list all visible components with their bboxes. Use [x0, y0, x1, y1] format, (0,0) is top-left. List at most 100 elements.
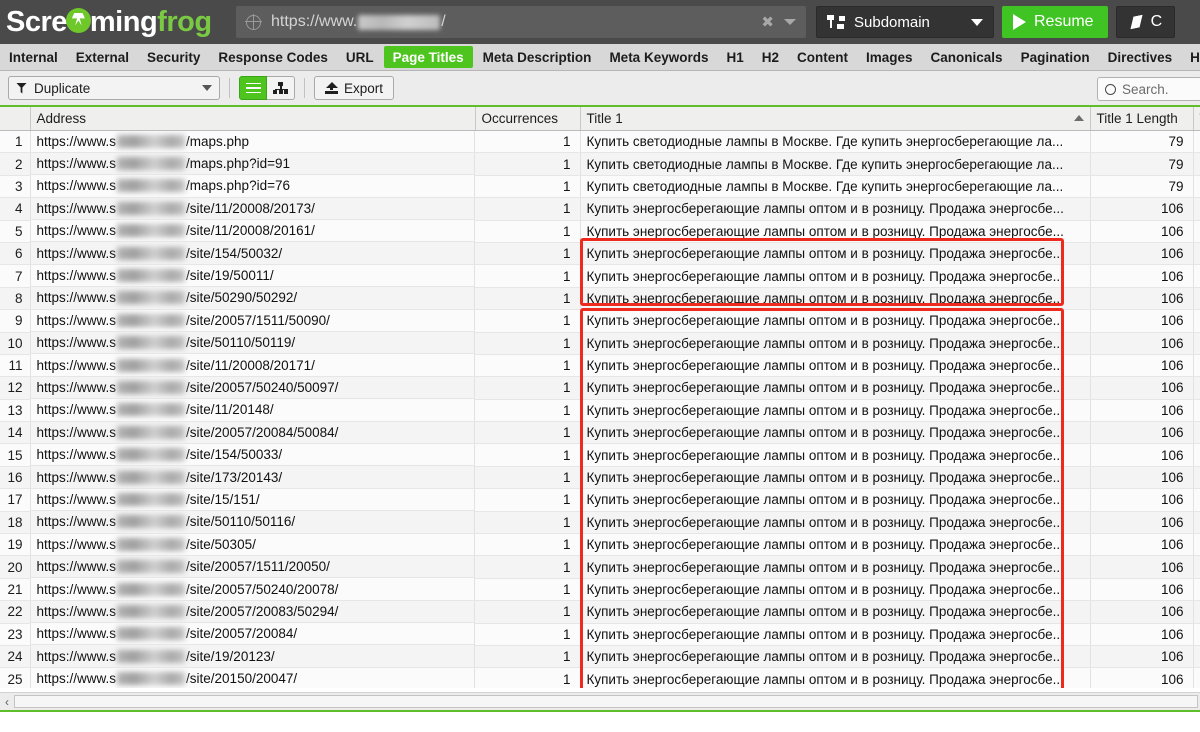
cell-title-1[interactable]: Купить энергосберегающие лампы оптом и в… [580, 220, 1091, 243]
cell-title-1[interactable]: Купить энергосберегающие лампы оптом и в… [580, 511, 1091, 535]
cell-title-1[interactable]: Купить энергосберегающие лампы оптом и в… [580, 309, 1091, 333]
table-row[interactable]: 7 https://www.s/site/19/50011/1 Купить эне… [0, 264, 1200, 288]
cell-title-1[interactable]: Купить энергосберегающие лампы оптом и в… [580, 376, 1091, 400]
url-input[interactable]: https://www. / ✖ [236, 6, 806, 38]
cell-address[interactable]: https://www.s/site/19/20123/ [30, 645, 475, 668]
tab-images[interactable]: Images [857, 44, 922, 70]
cell-address[interactable]: https://www.s/site/20057/20084/50084/ [30, 421, 475, 444]
tab-security[interactable]: Security [138, 44, 209, 70]
cell-title-1[interactable]: Купить энергосберегающие лампы оптом и в… [580, 578, 1091, 602]
tab-canonicals[interactable]: Canonicals [922, 44, 1012, 70]
cell-address[interactable]: https://www.s/site/50305/ [30, 533, 475, 556]
table-row[interactable]: 20 https://www.s/site/20057/1511/20050/1 К… [0, 555, 1200, 579]
cell-address[interactable]: https://www.s/maps.php?id=91 [30, 152, 475, 176]
column-header-title-1-length[interactable]: Title 1 Length [1090, 107, 1194, 131]
cell-title-1[interactable]: Купить энергосберегающие лампы оптом и в… [580, 399, 1091, 423]
cell-title-1[interactable]: Купить энергосберегающие лампы оптом и в… [580, 264, 1091, 288]
cell-address[interactable]: https://www.s/site/20057/20084/ [30, 623, 475, 646]
cell-title-1[interactable]: Купить энергосберегающие лампы оптом и в… [580, 197, 1091, 221]
cell-address[interactable]: https://www.s/site/20057/1511/50090/ [30, 309, 475, 333]
cell-title-1[interactable]: Купить светодиодные лампы в Москве. Где … [580, 175, 1091, 199]
cell-title-1[interactable]: Купить энергосберегающие лампы оптом и в… [580, 421, 1091, 445]
cell-title-1[interactable]: Купить энергосберегающие лампы оптом и в… [580, 488, 1091, 512]
column-header-address[interactable]: Address [30, 107, 476, 131]
table-row[interactable]: 9 https://www.s/site/20057/1511/50090/1 Ку… [0, 309, 1200, 333]
cell-address[interactable]: https://www.s/site/11/20008/20171/ [30, 354, 475, 377]
scroll-track[interactable] [14, 695, 1198, 708]
column-header-title-1[interactable]: Title 1 [580, 107, 1091, 131]
column-header-title-2[interactable]: Titl [1193, 107, 1200, 131]
cell-title-1[interactable]: Купить энергосберегающие лампы оптом и в… [580, 287, 1091, 311]
table-row[interactable]: 10 https://www.s/site/50110/50119/1 Купить… [0, 332, 1200, 355]
tab-meta-keywords[interactable]: Meta Keywords [600, 44, 717, 70]
tab-pagination[interactable]: Pagination [1012, 44, 1099, 70]
table-row[interactable]: 12 https://www.s/site/20057/50240/50097/1… [0, 376, 1200, 400]
cell-address[interactable]: https://www.s/site/154/50033/ [30, 443, 475, 467]
table-row[interactable]: 3 https://www.s/maps.php?id=76 1 Купить све… [0, 175, 1200, 199]
cell-title-1[interactable]: Купить энергосберегающие лампы оптом и в… [580, 623, 1091, 646]
tab-url[interactable]: URL [337, 44, 383, 70]
tab-directives[interactable]: Directives [1099, 44, 1182, 70]
table-row[interactable]: 8 https://www.s/site/50290/50292/1 Купить … [0, 287, 1200, 311]
tab-hreflang[interactable]: Hreflang [1181, 44, 1200, 70]
cell-address[interactable]: https://www.s/site/20057/1511/20050/ [30, 555, 475, 579]
export-button[interactable]: Export [314, 76, 395, 100]
cell-address[interactable]: https://www.s/site/11/20148/ [30, 399, 475, 422]
cell-address[interactable]: https://www.s/maps.php [30, 130, 475, 153]
cell-title-1[interactable]: Купить энергосберегающие лампы оптом и в… [580, 600, 1091, 624]
table-row[interactable]: 22 https://www.s/site/20057/20083/50294/1… [0, 600, 1200, 624]
cell-address[interactable]: https://www.s/site/50290/50292/ [30, 287, 475, 310]
table-row[interactable]: 11 https://www.s/site/11/20008/20171/1 Куп… [0, 354, 1200, 378]
cell-title-1[interactable]: Купить энергосберегающие лампы оптом и в… [580, 466, 1091, 490]
cell-title-1[interactable]: Купить энергосберегающие лампы оптом и в… [580, 354, 1091, 378]
cell-address[interactable]: https://www.s/site/20057/50240/50097/ [30, 376, 475, 400]
table-row[interactable]: 5 https://www.s/site/11/20008/20161/1 Купи… [0, 220, 1200, 243]
cell-title-1[interactable]: Купить энергосберегающие лампы оптом и в… [580, 332, 1091, 355]
tab-meta-description[interactable]: Meta Description [474, 44, 601, 70]
cell-address[interactable]: https://www.s/site/173/20143/ [30, 466, 475, 489]
cell-title-1[interactable]: Купить энергосберегающие лампы оптом и в… [580, 555, 1091, 579]
table-row[interactable]: 23 https://www.s/site/20057/20084/1 Купить… [0, 623, 1200, 646]
table-row[interactable]: 19 https://www.s/site/50305/1 Купить энерг… [0, 533, 1200, 557]
cell-title-1[interactable]: Купить энергосберегающие лампы оптом и в… [580, 667, 1091, 688]
tree-view-button[interactable] [267, 76, 295, 100]
table-row[interactable]: 4 https://www.s/site/11/20008/20173/1 Купи… [0, 197, 1200, 221]
tab-external[interactable]: External [67, 44, 138, 70]
results-table-container[interactable]: Address Occurrences Title 1 Title 1 Leng… [0, 107, 1200, 688]
tab-internal[interactable]: Internal [0, 44, 67, 70]
cell-title-1[interactable]: Купить светодиодные лампы в Москве. Где … [580, 130, 1091, 154]
table-row[interactable]: 25 https://www.s/site/20150/20047/1 Купить… [0, 667, 1200, 688]
tab-h1[interactable]: H1 [717, 44, 752, 70]
cell-title-1[interactable]: Купить энергосберегающие лампы оптом и в… [580, 443, 1091, 467]
cell-address[interactable]: https://www.s/site/19/50011/ [30, 264, 475, 288]
table-row[interactable]: 21 https://www.s/site/20057/50240/20078/1… [0, 578, 1200, 602]
scroll-left-arrow-icon[interactable]: ‹ [0, 694, 14, 710]
cell-address[interactable]: https://www.s/site/20150/20047/ [30, 667, 475, 688]
cell-address[interactable]: https://www.s/site/20057/20083/50294/ [30, 600, 475, 624]
cell-address[interactable]: https://www.s/site/11/20008/20161/ [30, 220, 475, 243]
url-history-chevron-down-icon[interactable] [784, 19, 796, 25]
table-row[interactable]: 6 https://www.s/site/154/50032/1 Купить эн… [0, 242, 1200, 266]
cell-address[interactable]: https://www.s/site/15/151/ [30, 488, 475, 512]
cell-title-1[interactable]: Купить энергосберегающие лампы оптом и в… [580, 242, 1091, 266]
cell-address[interactable]: https://www.s/site/50110/50116/ [30, 511, 475, 534]
cell-title-1[interactable]: Купить энергосберегающие лампы оптом и в… [580, 533, 1091, 557]
list-view-button[interactable] [239, 76, 267, 100]
cell-title-1[interactable]: Купить энергосберегающие лампы оптом и в… [580, 645, 1091, 669]
table-row[interactable]: 18 https://www.s/site/50110/50116/1 Купить… [0, 511, 1200, 535]
cell-address[interactable]: https://www.s/site/11/20008/20173/ [30, 197, 475, 221]
cell-address[interactable]: https://www.s/maps.php?id=76 [30, 175, 475, 198]
column-header-occurrences[interactable]: Occurrences [475, 107, 581, 131]
tab-response-codes[interactable]: Response Codes [209, 44, 337, 70]
table-row[interactable]: 1 https://www.s/maps.php 1 Купить светодиод… [0, 130, 1200, 154]
table-row[interactable]: 14 https://www.s/site/20057/20084/50084/1… [0, 421, 1200, 445]
cell-address[interactable]: https://www.s/site/154/50032/ [30, 242, 475, 265]
cell-address[interactable]: https://www.s/site/50110/50119/ [30, 332, 475, 355]
filter-dropdown[interactable]: Duplicate [8, 76, 220, 100]
table-row[interactable]: 15 https://www.s/site/154/50033/1 Купить э… [0, 443, 1200, 467]
tab-content[interactable]: Content [788, 44, 857, 70]
clear-button[interactable]: C [1115, 6, 1176, 38]
table-row[interactable]: 24 https://www.s/site/19/20123/1 Купить эн… [0, 645, 1200, 669]
cell-title-1[interactable]: Купить светодиодные лампы в Москве. Где … [580, 152, 1091, 176]
table-row[interactable]: 2 https://www.s/maps.php?id=91 1 Купить све… [0, 152, 1200, 176]
